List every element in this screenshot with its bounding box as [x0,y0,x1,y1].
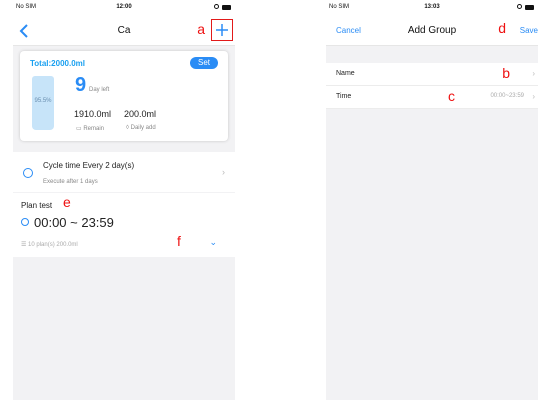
time-label: Time [336,93,352,100]
add-button[interactable] [211,19,233,41]
remain-label: ▭ Remain [76,126,105,132]
battery-icon [222,5,231,10]
status-time: 13:03 [424,4,440,10]
cycle-time-row[interactable]: Cycle time Every 2 day(s) Execute after … [13,152,235,192]
daily-add-label: ◊ Daily add [126,125,156,131]
alarm-icon [517,4,522,9]
battery-icon [525,5,534,10]
plan-time-range: 00:00 ~ 23:59 [34,215,114,230]
status-bar: No SIM 13:03 [326,0,538,16]
plan-meta: ☰ 10 plan(s) 200.0ml [21,242,78,248]
nav-bar: Ca a [13,16,235,46]
plus-icon [216,24,228,36]
group-form: Name b › Time c 00:00~23:59 › [326,63,538,109]
name-row[interactable]: Name b › [326,63,538,86]
tank-gauge: 95.5% [32,76,54,130]
daily-add-value: 200.0ml [124,109,157,119]
chevron-right-icon: › [532,92,535,101]
plan-item[interactable]: Plan test e 00:00 ~ 23:59 ☰ 10 plan(s) 2… [13,193,235,257]
alarm-icon [214,4,219,9]
list-icon: ☰ [21,242,29,248]
callout-e: e [63,194,71,210]
callout-b: b [502,65,510,81]
status-bar: No SIM 12:00 [13,0,235,16]
days-left-label: Day left [89,87,110,93]
add-group-screen: No SIM 13:03 Cancel Add Group d Save Nam… [326,0,538,400]
page-title: Add Group [407,25,457,36]
total-capacity: Total:2000.0ml [30,59,85,68]
clock-icon [21,218,29,226]
expand-chevron-icon[interactable]: ⌄ [209,237,217,248]
callout-f: f [177,233,181,249]
remain-value: 1910.0ml [74,109,112,119]
days-left-value: 9 [75,74,87,96]
nav-bar: Cancel Add Group d Save [326,16,538,46]
time-row[interactable]: Time c 00:00~23:59 › [326,86,538,109]
cycle-subtitle: Execute after 1 days [43,179,98,185]
chevron-right-icon: › [532,69,535,78]
callout-d: d [498,20,506,36]
callout-a: a [197,21,205,37]
plan-screen: No SIM 12:00 Ca a Total:2000.0ml Set 95.… [13,0,235,400]
cycle-icon [23,168,33,178]
save-button[interactable]: Save [520,26,538,35]
tank-percent: 95.5% [34,98,52,104]
set-button[interactable]: Set [190,57,218,69]
plan-title: Plan test [21,201,53,210]
capacity-card: Total:2000.0ml Set 95.5% 9 Day left 1910… [20,51,228,141]
chevron-right-icon: › [222,167,225,177]
name-label: Name [336,70,355,77]
callout-c: c [448,88,455,104]
cycle-time-label: Cycle time Every 2 day(s) [43,161,135,170]
time-value: 00:00~23:59 [490,93,524,99]
status-time: 12:00 [116,4,132,10]
